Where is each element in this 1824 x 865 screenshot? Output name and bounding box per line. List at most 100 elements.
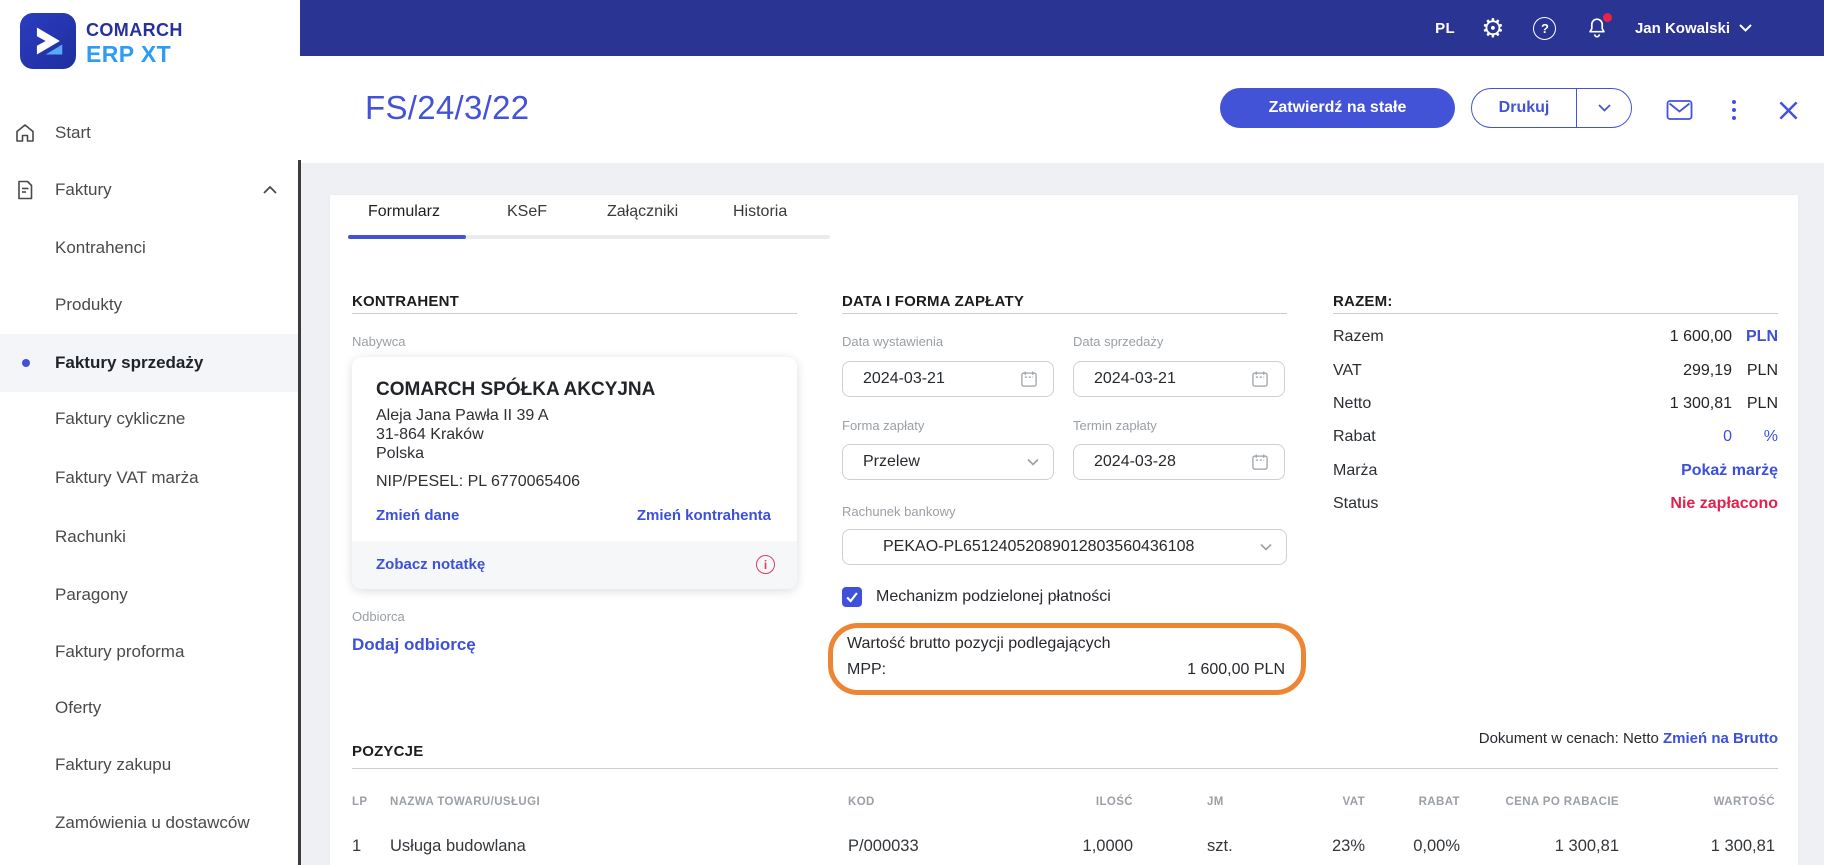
mpp-label-line2: MPP: — [847, 661, 887, 678]
comarch-logo-icon — [20, 13, 76, 69]
currency-link[interactable]: PLN — [1735, 328, 1778, 346]
tab-ksef[interactable]: KSeF — [507, 203, 547, 229]
sidebar-item-faktury-cykliczne[interactable]: Faktury cykliczne — [0, 390, 300, 448]
change-contractor-link[interactable]: Zmień kontrahenta — [637, 507, 771, 524]
cell-nazwa: Usługa budowlana — [390, 837, 526, 855]
sidebar-item-zamowienia[interactable]: Zamówienia u dostawców — [0, 794, 300, 852]
sidebar-item-faktury-zakupu[interactable]: Faktury zakupu — [0, 736, 300, 794]
calendar-icon[interactable] — [1250, 369, 1270, 389]
discount-unit[interactable]: % — [1735, 428, 1778, 446]
show-margin-link[interactable]: Pokaż marżę — [1681, 462, 1778, 480]
change-to-brutto-link[interactable]: Zmień na Brutto — [1663, 730, 1778, 747]
col-cena: CENA PO RABACIE — [1505, 796, 1619, 808]
col-kod: KOD — [848, 796, 875, 808]
tab-historia[interactable]: Historia — [733, 203, 787, 229]
sidebar-item-rachunki[interactable]: Rachunki — [0, 508, 300, 566]
issue-date-field[interactable]: 2024-03-21 — [842, 361, 1054, 397]
cell-kod: P/000033 — [848, 837, 919, 855]
sidebar-item-faktury-vat-marza[interactable]: Faktury VAT marża — [0, 449, 300, 507]
change-data-link[interactable]: Zmień dane — [376, 507, 459, 524]
sidebar-item-start[interactable]: Start — [0, 104, 300, 162]
col-vat: VAT — [1342, 796, 1365, 808]
tab-zalaczniki[interactable]: Załączniki — [607, 203, 678, 229]
active-item-dot — [22, 359, 30, 367]
sidebar-item-produkty[interactable]: Produkty — [0, 276, 300, 334]
sidebar-scrollbar[interactable] — [298, 160, 301, 865]
cell-ilosc: 1,0000 — [1082, 837, 1133, 855]
chevron-down-icon — [1260, 543, 1272, 551]
app-logo[interactable]: COMARCH ERP XT — [20, 13, 183, 69]
more-options-button[interactable] — [1720, 96, 1748, 124]
cell-cena: 1 300,81 — [1554, 837, 1619, 855]
buyer-address-line2: 31-864 Kraków — [376, 426, 484, 443]
envelope-icon — [1666, 100, 1692, 120]
help-icon[interactable]: ? — [1531, 14, 1559, 42]
chevron-down-icon — [1739, 24, 1752, 32]
close-button[interactable] — [1774, 96, 1802, 124]
notification-badge — [1602, 13, 1612, 22]
see-note-link[interactable]: Zobacz notatkę — [376, 556, 485, 573]
doc-prices-label: Dokument w cenach: Netto — [1478, 730, 1659, 747]
col-jm: JM — [1207, 796, 1224, 808]
cell-wartosc: 1 300,81 — [1710, 837, 1775, 855]
bank-account-label: Rachunek bankowy — [842, 504, 956, 519]
buyer-address-line3: Polska — [376, 445, 425, 462]
approve-button[interactable]: Zatwierdź na stałe — [1220, 88, 1455, 128]
user-menu[interactable]: Jan Kowalski — [1635, 20, 1752, 37]
payment-heading: DATA I FORMA ZAPŁATY — [842, 293, 1025, 310]
add-recipient-link[interactable]: Dodaj odbiorcę — [352, 635, 476, 655]
calendar-icon[interactable] — [1019, 369, 1039, 389]
form-panel: Formularz KSeF Załączniki Historia KONTR… — [330, 195, 1798, 865]
bank-account-select[interactable]: PEKAO-PL65124052089012803560436108 — [842, 529, 1287, 565]
sale-date-label: Data sprzedaży — [1073, 334, 1164, 349]
discount-value[interactable]: 0 — [1723, 428, 1732, 446]
cell-vat: 23% — [1331, 837, 1365, 855]
due-date-field[interactable]: 2024-03-28 — [1073, 444, 1285, 480]
buyer-card: COMARCH SPÓŁKA AKCYJNA Aleja Jana Pawła … — [352, 357, 797, 589]
col-nazwa: NAZWA TOWARU/USŁUGI — [390, 796, 541, 808]
info-icon[interactable]: i — [756, 555, 775, 574]
col-lp: LP — [352, 796, 368, 808]
user-name: Jan Kowalski — [1634, 19, 1730, 37]
gear-icon[interactable]: ⚙ — [1479, 14, 1507, 42]
col-ilosc: ILOŚĆ — [1095, 796, 1133, 808]
totals-row-rabat: Rabat 0 % — [1333, 428, 1778, 446]
language-selector[interactable]: PL — [1435, 20, 1455, 37]
sidebar-item-faktury-proforma[interactable]: Faktury proforma — [0, 623, 300, 681]
due-date-label: Termin zapłaty — [1073, 418, 1157, 433]
print-split-button[interactable]: Drukuj — [1471, 88, 1632, 128]
active-tab-indicator — [348, 235, 466, 239]
logo-line2: ERP XT — [86, 41, 172, 67]
email-button[interactable] — [1665, 96, 1693, 124]
tab-formularz[interactable]: Formularz — [368, 203, 440, 229]
buyer-nip: NIP/PESEL: PL 6770065406 — [376, 473, 580, 490]
totals-row-netto: Netto 1 300,81 PLN — [1333, 395, 1778, 412]
cell-lp: 1 — [352, 837, 362, 855]
home-icon — [13, 121, 37, 145]
bell-icon[interactable] — [1583, 13, 1612, 42]
sidebar-item-faktury-sprzedazy[interactable]: Faktury sprzedaży — [0, 334, 300, 392]
payment-form-label: Forma zapłaty — [842, 418, 925, 433]
split-payment-checkbox[interactable]: Mechanizm podzielonej płatności — [842, 587, 1111, 607]
print-options-button[interactable] — [1577, 89, 1631, 127]
col-wartosc: WARTOŚĆ — [1713, 796, 1775, 808]
sidebar-item-kontrahenci[interactable]: Kontrahenci — [0, 219, 300, 277]
print-button[interactable]: Drukuj — [1472, 89, 1577, 127]
checkbox-checked-icon — [842, 587, 862, 607]
sidebar-item-faktury[interactable]: Faktury — [0, 161, 300, 219]
positions-heading: POZYCJE — [352, 743, 424, 760]
sidebar: COMARCH ERP XT Start Faktury Kontrahenci… — [0, 0, 300, 865]
cell-rabat: 0,00% — [1413, 837, 1460, 855]
payment-form-select[interactable]: Przelew — [842, 444, 1054, 480]
sidebar-item-oferty[interactable]: Oferty — [0, 679, 300, 737]
document-header: FS/24/3/22 Zatwierdź na stałe Drukuj — [300, 56, 1824, 163]
sidebar-item-paragony[interactable]: Paragony — [0, 566, 300, 624]
sale-date-field[interactable]: 2024-03-21 — [1073, 361, 1285, 397]
calendar-icon[interactable] — [1250, 452, 1270, 472]
mpp-label-line1: Wartość brutto pozycji podlegających — [847, 635, 1111, 652]
invoice-icon — [13, 178, 37, 202]
chevron-up-icon[interactable] — [262, 185, 278, 195]
totals-heading: RAZEM: — [1333, 293, 1393, 310]
app-window: PL ⚙ ? Jan Kowalski COMARCH ERP XT Start… — [0, 0, 1824, 865]
recipient-label: Odbiorca — [352, 609, 405, 624]
